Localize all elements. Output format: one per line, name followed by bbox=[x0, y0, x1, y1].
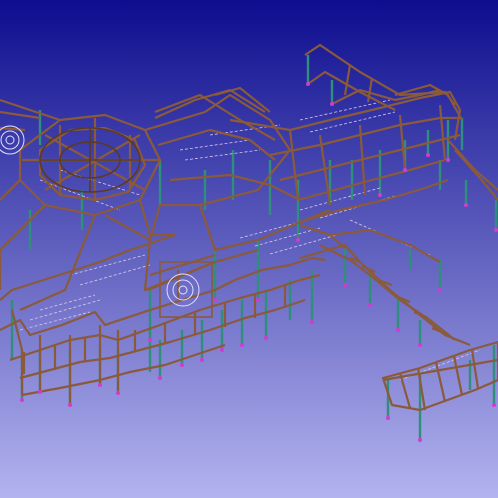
structure-canvas[interactable] bbox=[0, 0, 498, 498]
dome-ring bbox=[39, 127, 141, 193]
viewport-background bbox=[0, 0, 498, 498]
3d-model-viewport[interactable] bbox=[0, 0, 498, 498]
